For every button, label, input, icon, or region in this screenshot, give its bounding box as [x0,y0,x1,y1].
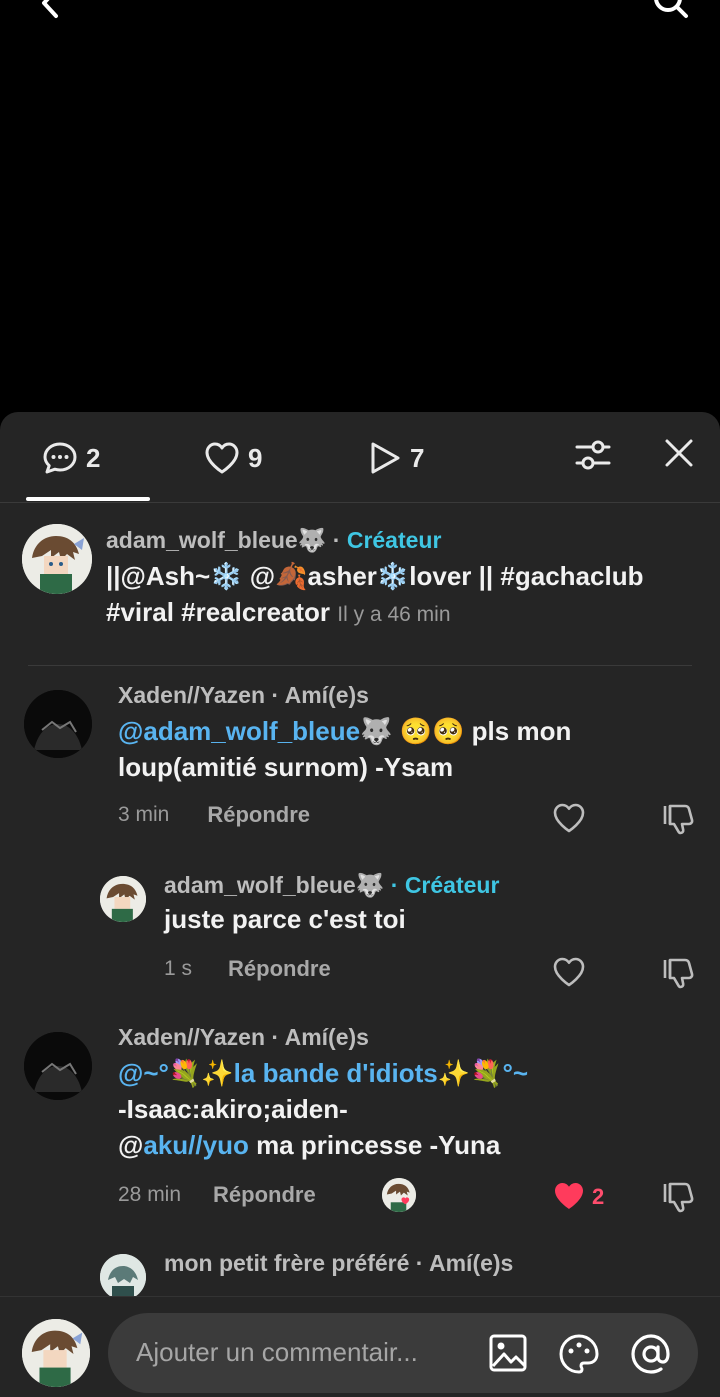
caption-line-1: ||@Ash~❄️ @🍂asher❄️lover || #gachaclub [106,561,644,591]
mention-at: @ [118,1130,144,1160]
play-outline-icon [368,440,402,476]
username[interactable]: Xaden//Yazen [118,1024,265,1050]
caption-text: ||@Ash~❄️ @🍂asher❄️lover || #gachaclub #… [106,558,706,633]
heart-outline-icon [204,441,240,475]
comments-sheet: 2 9 7 adam_wolf_bleue🐺 · Créateur ||@Ash… [0,412,720,1396]
separator: · [332,527,341,553]
comment-line-2: -Isaac:akiro;aiden- [118,1094,348,1124]
comment-meta: 28 min Répondre [118,1182,316,1208]
comment-time: 3 min [118,803,170,826]
tab-plays[interactable]: 7 [368,438,424,478]
comment-text: juste parce c'est toi [164,904,406,934]
mention-at-icon[interactable] [630,1333,672,1380]
avatar[interactable] [100,1254,146,1300]
comment-input[interactable]: Ajouter un commentair... [108,1313,698,1393]
avatar[interactable] [24,690,92,758]
comment-text: @adam_wolf_bleue🐺 🥺🥺 pls mon loup(amitié… [118,713,698,785]
divider [28,665,692,666]
filter-sliders-icon[interactable] [574,436,612,479]
reply-button[interactable]: Répondre [228,956,331,982]
comment-text: @~°💐✨la bande d'idiots✨💐°~ -Isaac:akiro;… [118,1055,698,1163]
comment-tabs: 2 9 7 [0,412,720,503]
caption-line-2-text: #viral #realcreator [106,597,331,627]
username[interactable]: adam_wolf_bleue🐺 [106,527,326,553]
comment-item: mon petit frère préféré · Amí(e)s [164,1250,704,1277]
reply-button[interactable]: Répondre [213,1182,316,1208]
comment-input-placeholder: Ajouter un commentair... [136,1337,418,1367]
username[interactable]: adam_wolf_bleue🐺 [164,872,384,898]
comment-input-bar: Ajouter un commentair... [0,1296,720,1397]
image-icon[interactable] [488,1333,528,1378]
heart-outline-icon[interactable] [552,802,586,839]
likes-count: 9 [248,442,263,473]
creator-badge: Créateur [346,527,442,553]
comments-count: 2 [86,442,101,473]
mention-link[interactable]: @adam_wolf_bleue🐺 [118,716,392,746]
dislike-icon[interactable] [662,956,696,995]
my-avatar[interactable] [22,1319,90,1387]
dislike-icon[interactable] [662,802,696,841]
caption-line-2: #viral #realcreator Il y a 46 min [106,594,706,633]
emoji-icon[interactable] [558,1333,600,1380]
tab-comments[interactable]: 2 [42,438,100,478]
comment-line-1-text: 🥺🥺 pls mon [392,716,572,746]
username[interactable]: mon petit frère préféré [164,1250,409,1276]
reply-button[interactable]: Répondre [207,802,310,828]
reply-comment-item: adam_wolf_bleue🐺 · Créateur juste parce … [164,872,694,937]
close-icon[interactable] [662,436,696,475]
friend-badge: · Amí(e)s [415,1250,514,1276]
friend-badge: · Amí(e)s [271,682,369,708]
heart-filled-icon[interactable] [552,1180,586,1217]
creator-liked-avatar [382,1178,416,1212]
tab-likes[interactable]: 9 [204,438,262,478]
mention-link[interactable]: aku//yuo [143,1130,248,1160]
dislike-icon[interactable] [662,1180,696,1219]
comment-time: 1 s [164,957,193,980]
comment-item: Xaden//Yazen · Amí(e)s @adam_wolf_bleue🐺… [118,682,698,785]
comment-time: 28 min [118,1183,182,1206]
comment-meta: 3 min Répondre [118,802,310,828]
mention-link[interactable]: @~°💐✨la bande d'idiots✨💐°~ [118,1055,698,1091]
comment-line-3: @aku//yuo ma princesse -Yuna [118,1127,698,1163]
avatar[interactable] [24,1032,92,1100]
creator-caption: adam_wolf_bleue🐺 · Créateur ||@Ash~❄️ @🍂… [106,527,706,633]
active-tab-indicator [26,497,150,501]
creator-avatar[interactable] [22,524,92,594]
top-bar [0,0,720,40]
plays-count: 7 [410,442,425,473]
back-arrow-icon[interactable] [32,0,66,25]
caption-time: Il y a 46 min [337,603,451,626]
creator-badge: · Créateur [390,872,500,898]
heart-outline-icon[interactable] [552,956,586,993]
like-count: 2 [592,1184,605,1209]
comment-item: Xaden//Yazen · Amí(e)s @~°💐✨la bande d'i… [118,1024,698,1163]
comment-meta: 1 s Répondre [164,956,331,982]
friend-badge: · Amí(e)s [271,1024,369,1050]
avatar[interactable] [100,876,146,922]
comment-line-3-text: ma princesse -Yuna [248,1130,501,1160]
comment-line-1: @adam_wolf_bleue🐺 🥺🥺 pls mon [118,713,698,749]
comment-bubble-icon [42,440,78,476]
username[interactable]: Xaden//Yazen [118,682,265,708]
comment-line-2: loup(amitié surnom) -Ysam [118,752,454,782]
search-icon[interactable] [652,0,692,25]
